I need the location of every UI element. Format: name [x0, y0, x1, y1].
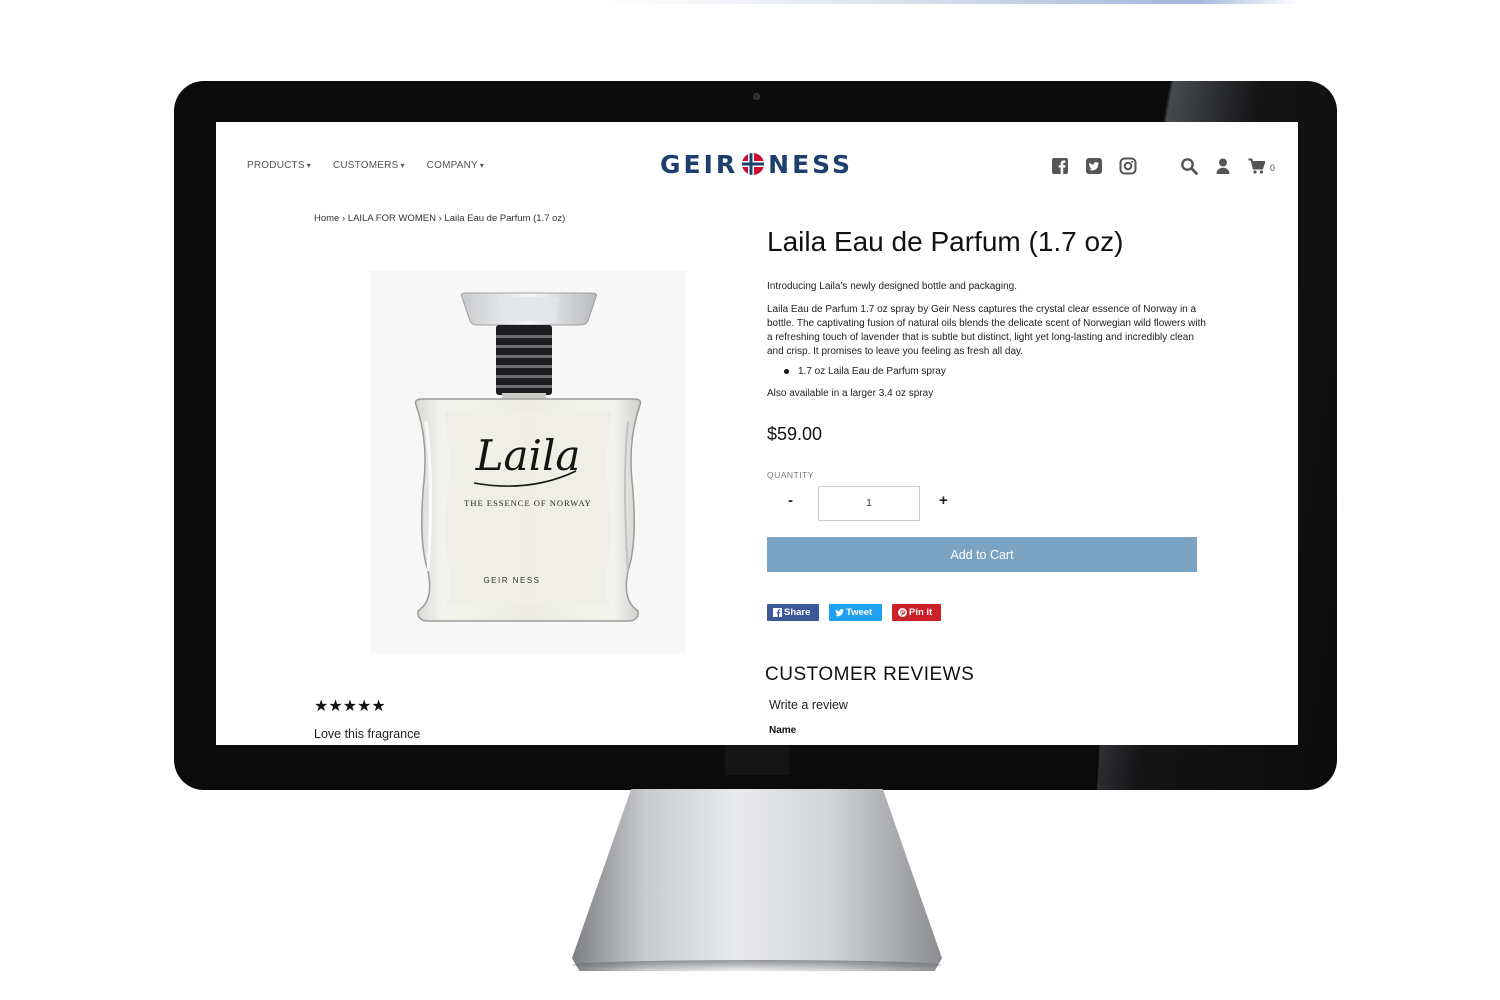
- breadcrumb-current: Laila Eau de Parfum (1.7 oz): [444, 213, 566, 224]
- webcam: [753, 93, 760, 100]
- nav-products-label: PRODUCTS: [247, 160, 305, 171]
- review-name-label: Name: [769, 725, 797, 736]
- monitor-stand: [572, 789, 942, 971]
- quantity-increase-button[interactable]: +: [939, 492, 948, 509]
- facebook-share-button[interactable]: Share: [767, 604, 819, 621]
- breadcrumb-separator: ›: [339, 213, 348, 224]
- product-feature: 1.7 oz Laila Eau de Parfum spray: [784, 366, 946, 377]
- monitor-chin: [725, 745, 789, 775]
- logo-text-right: NESS: [768, 149, 854, 179]
- add-to-cart-button[interactable]: Add to Cart: [767, 537, 1197, 572]
- product-title: Laila Eau de Parfum (1.7 oz): [767, 226, 1124, 257]
- caret-down-icon: ▾: [306, 161, 311, 170]
- quantity-decrease-button[interactable]: -: [788, 492, 793, 509]
- instagram-icon[interactable]: [1118, 156, 1137, 175]
- stand-shadow: [572, 960, 942, 970]
- perfume-bottle-image: Laila THE ESSENCE OF NORWAY GEIR NESS: [414, 292, 642, 622]
- bullet-dot-icon: [784, 369, 789, 374]
- pinterest-share-button[interactable]: Pin it: [892, 604, 941, 621]
- quantity-label: QUANTITY: [767, 470, 814, 480]
- share-buttons: Share Tweet Pin it: [767, 604, 941, 621]
- breadcrumb-category[interactable]: LAILA FOR WOMEN: [348, 213, 436, 224]
- review-title: Love this fragrance: [314, 727, 421, 741]
- facebook-icon: [773, 608, 782, 617]
- nav-customers[interactable]: CUSTOMERS ▾: [333, 160, 405, 171]
- facebook-share-label: Share: [784, 607, 811, 618]
- caret-down-icon: ▾: [479, 161, 485, 170]
- site-logo[interactable]: GEIR NESS: [660, 148, 856, 180]
- twitter-share-button[interactable]: Tweet: [829, 604, 882, 621]
- twitter-icon[interactable]: [1084, 156, 1103, 175]
- nav-company-label: COMPANY: [426, 160, 478, 171]
- product-description: Laila Eau de Parfum 1.7 oz spray by Geir…: [767, 304, 1206, 357]
- bottle-tagline: THE ESSENCE OF NORWAY: [464, 498, 592, 508]
- product-image[interactable]: Laila THE ESSENCE OF NORWAY GEIR NESS: [370, 271, 686, 653]
- bottle-script: Laila: [475, 431, 581, 480]
- twitter-share-label: Tweet: [846, 607, 873, 618]
- review-star-rating: ★★★★★: [314, 698, 386, 715]
- search-icon[interactable]: [1179, 156, 1198, 175]
- facebook-icon[interactable]: [1050, 156, 1069, 175]
- header-icons: 0: [1050, 156, 1275, 175]
- main-nav: PRODUCTS ▾ CUSTOMERS ▾ COMPANY ▾: [247, 160, 484, 171]
- product-feature-text: 1.7 oz Laila Eau de Parfum spray: [798, 366, 946, 377]
- breadcrumb: Home › LAILA FOR WOMEN › Laila Eau de Pa…: [314, 213, 565, 224]
- caret-down-icon: ▾: [400, 161, 405, 170]
- write-review-link[interactable]: Write a review: [769, 698, 848, 712]
- breadcrumb-home[interactable]: Home: [314, 213, 339, 224]
- product-price: $59.00: [767, 424, 823, 444]
- nav-customers-label: CUSTOMERS: [332, 160, 399, 171]
- pinterest-share-label: Pin it: [909, 607, 933, 618]
- customer-reviews-heading: CUSTOMER REVIEWS: [765, 664, 975, 685]
- logo-text-left: GEIR: [660, 149, 739, 179]
- pinterest-icon: [898, 608, 907, 617]
- bottle-brand: GEIR NESS: [483, 576, 540, 585]
- background-glow: [600, 0, 1300, 4]
- norway-flag-icon: [742, 153, 765, 175]
- website-screen: PRODUCTS ▾ CUSTOMERS ▾ COMPANY ▾ GEIR NE…: [216, 122, 1298, 745]
- nav-products[interactable]: PRODUCTS ▾: [247, 160, 311, 171]
- cart-icon[interactable]: [1247, 156, 1266, 175]
- product-intro: Introducing Laila’s newly designed bottl…: [767, 281, 1017, 292]
- nav-company[interactable]: COMPANY ▾: [427, 160, 484, 171]
- cart-count: 0: [1270, 163, 1276, 173]
- user-icon[interactable]: [1213, 156, 1232, 175]
- twitter-icon: [835, 608, 844, 616]
- product-also-available: Also available in a larger 3.4 oz spray: [767, 388, 934, 399]
- quantity-input[interactable]: [818, 486, 920, 521]
